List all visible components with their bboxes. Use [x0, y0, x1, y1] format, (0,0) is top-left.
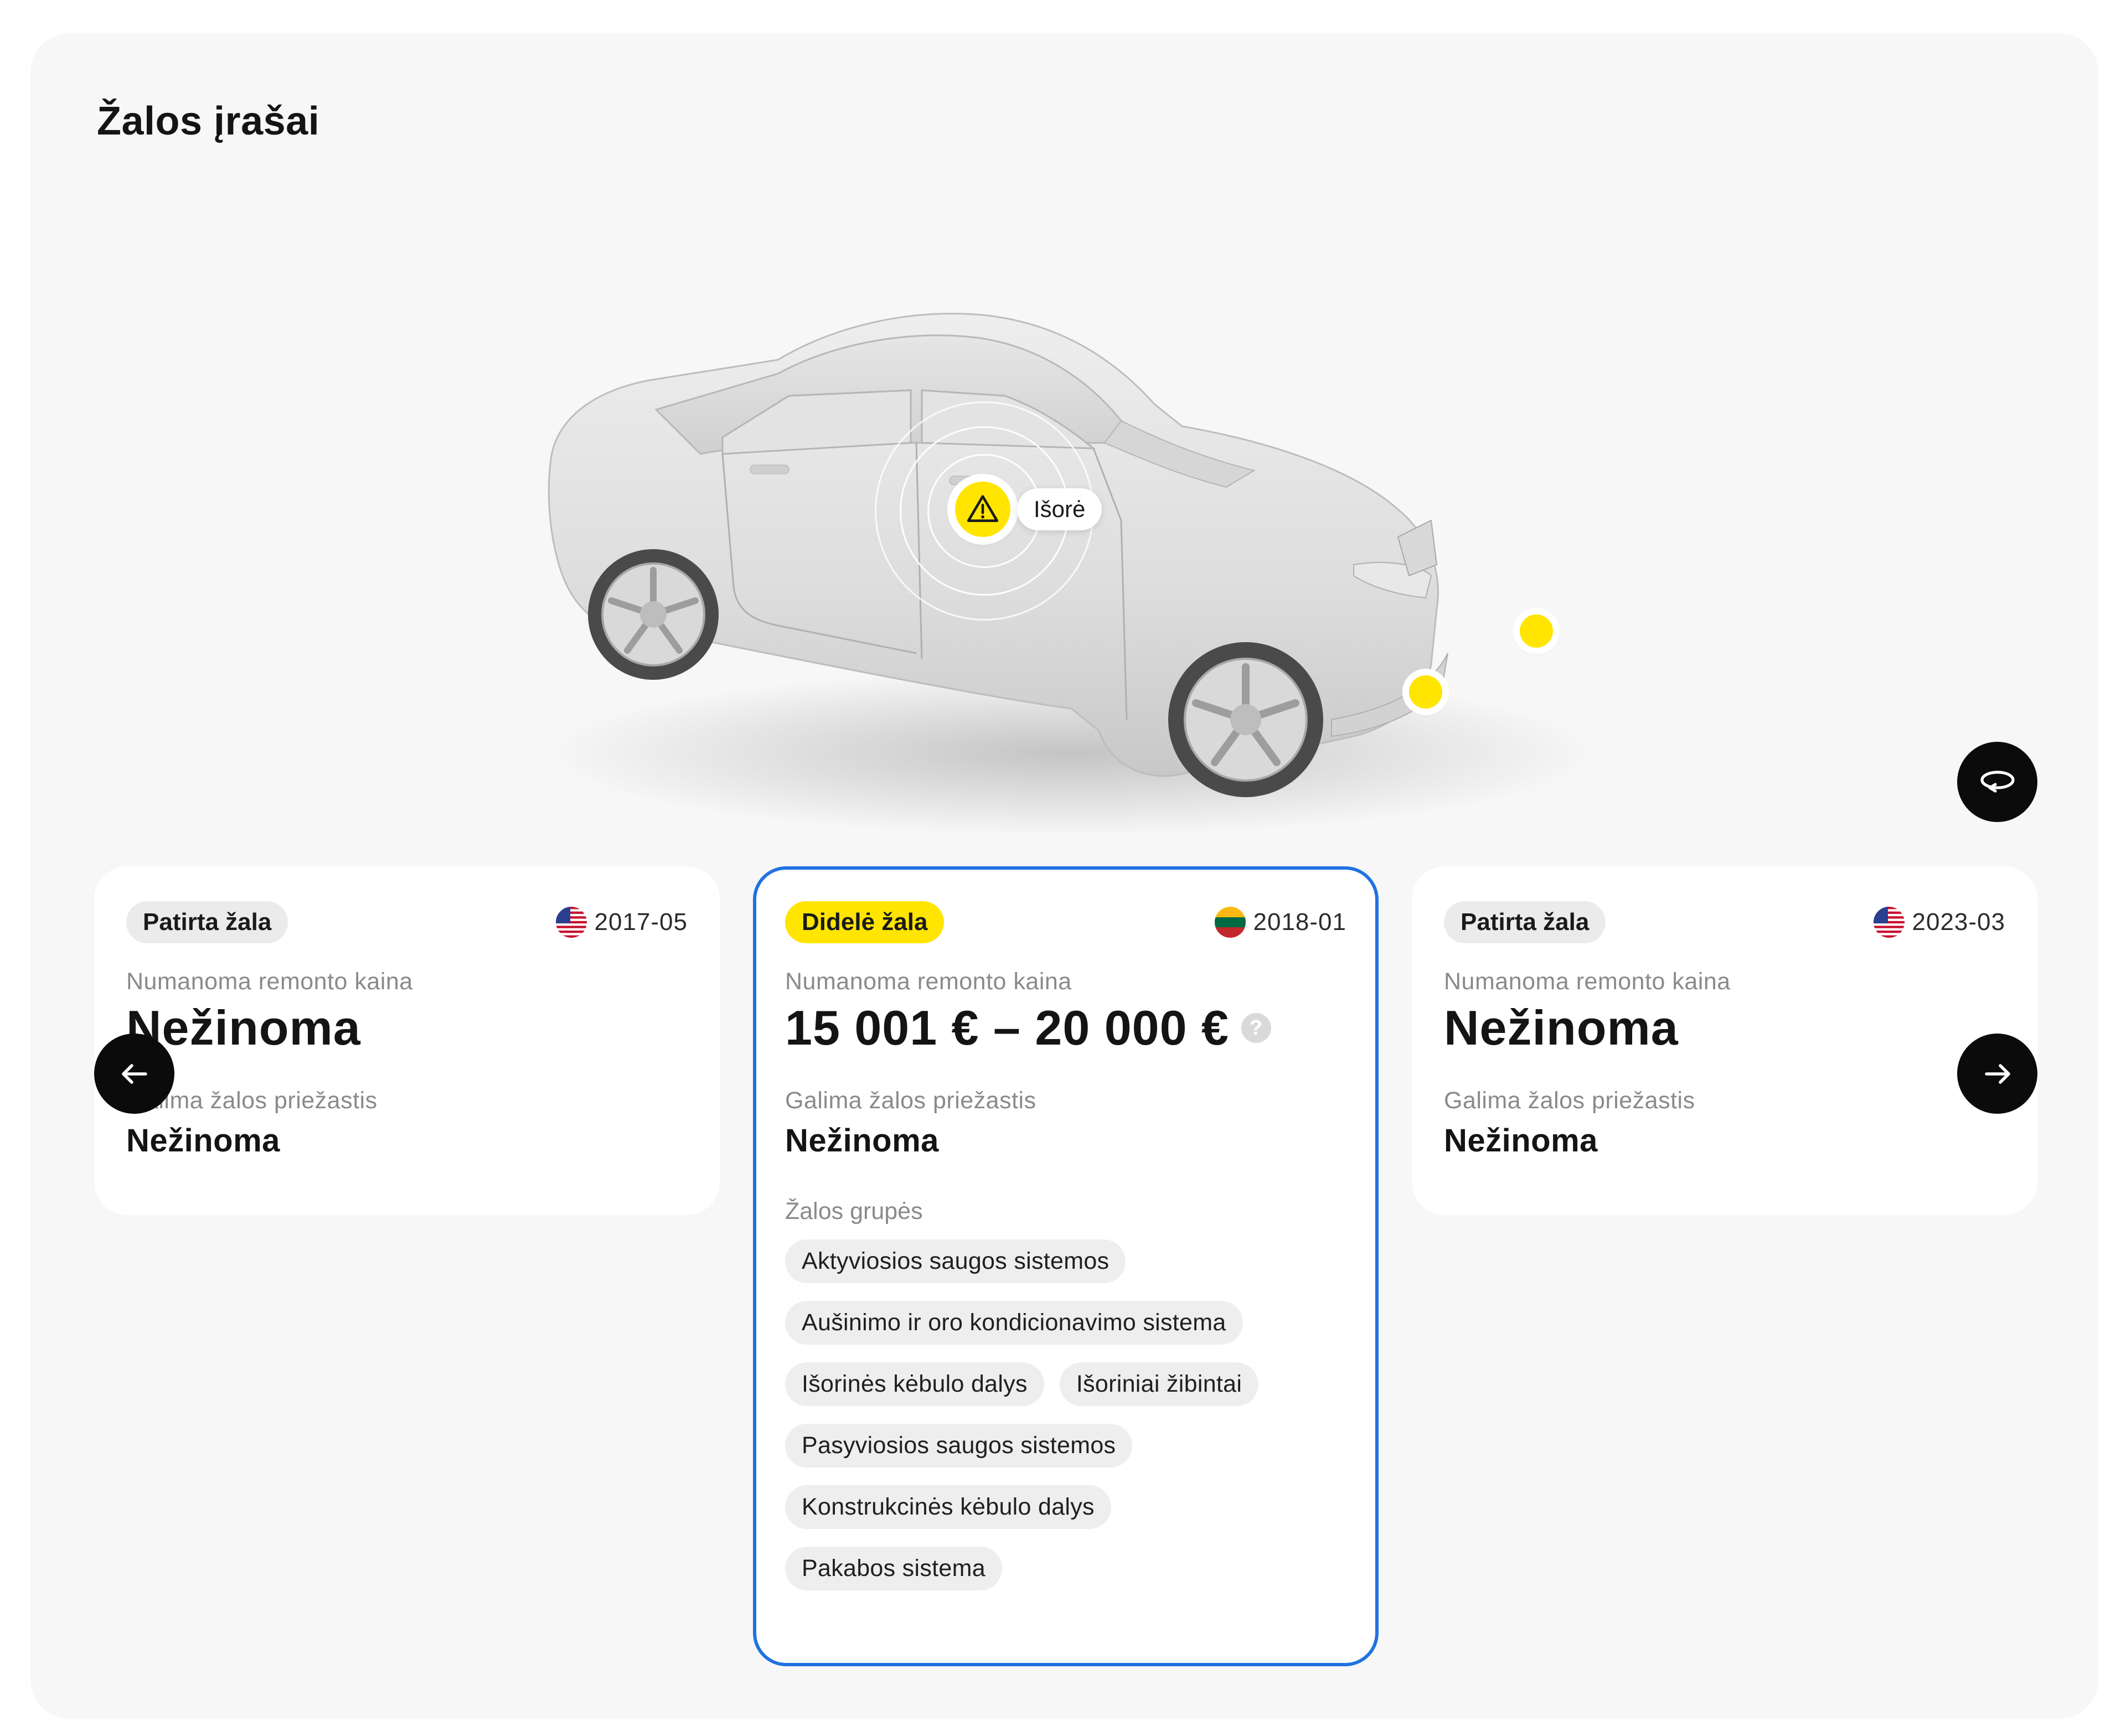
damage-marker-exterior[interactable]: [955, 482, 1010, 537]
damage-tag: Patirta žala: [1444, 901, 1606, 943]
damage-group-chip: Aktyviosios saugos sistemos: [785, 1239, 1126, 1283]
us-flag-icon: [1873, 907, 1905, 938]
damage-marker-front-bumper[interactable]: [1409, 675, 1442, 709]
damage-groups-label: Žalos grupės: [785, 1198, 923, 1224]
next-button[interactable]: [1957, 1034, 2037, 1114]
record-date: 2023-03: [1873, 907, 2005, 938]
repair-cost-value: 15 001 € – 20 000 €: [785, 1000, 1229, 1055]
damage-group-chip: Pasyviosios saugos sistemos: [785, 1424, 1133, 1468]
rotate-icon: [1980, 770, 2015, 793]
record-date-text: 2018-01: [1253, 908, 1346, 936]
repair-cost-label: Numanoma remonto kaina: [1444, 968, 1731, 995]
record-date-text: 2017-05: [594, 908, 688, 936]
damage-tag: Didelė žala: [785, 901, 945, 943]
damage-cause-value: Nežinoma: [785, 1123, 939, 1159]
marker-label: Išorė: [1017, 488, 1102, 530]
record-date: 2018-01: [1214, 907, 1346, 938]
damage-record-card[interactable]: Patirta žala 2023-03 Numanoma remonto ka…: [1412, 866, 2037, 1215]
damage-record-card[interactable]: Patirta žala 2017-05 Numanoma remonto ka…: [94, 866, 720, 1215]
arrow-left-icon: [121, 1063, 147, 1084]
help-icon[interactable]: ?: [1241, 1013, 1271, 1043]
section-title: Žalos įrašai: [97, 99, 320, 143]
damage-cause-value: Nežinoma: [126, 1123, 280, 1159]
damage-tag: Patirta žala: [126, 901, 288, 943]
damage-groups-list: Aktyviosios saugos sistemos Aušinimo ir …: [785, 1239, 1317, 1590]
damage-records-panel: Žalos įrašai Išorė Patirta žala 2017-05 …: [30, 33, 2098, 1719]
damage-group-chip: Išoriniai žibintai: [1059, 1362, 1259, 1406]
damage-cause-label: Galima žalos priežastis: [126, 1087, 378, 1114]
damage-cause-label: Galima žalos priežastis: [785, 1087, 1036, 1114]
record-date: 2017-05: [555, 907, 688, 938]
damage-group-chip: Išorinės kėbulo dalys: [785, 1362, 1044, 1406]
previous-button[interactable]: [94, 1034, 174, 1114]
lt-flag-icon: [1214, 907, 1246, 938]
us-flag-icon: [555, 907, 587, 938]
damage-group-chip: Konstrukcinės kėbulo dalys: [785, 1485, 1111, 1529]
arrow-right-icon: [1984, 1063, 2010, 1084]
warning-icon: [967, 495, 999, 522]
record-date-text: 2023-03: [1912, 908, 2005, 936]
damage-record-card-selected[interactable]: Didelė žala 2018-01 Numanoma remonto kai…: [753, 866, 1379, 1666]
repair-cost-value: Nežinoma: [1444, 1000, 1679, 1055]
repair-cost-row: 15 001 € – 20 000 € ?: [785, 1000, 1346, 1056]
repair-cost-value: Nežinoma: [126, 1000, 361, 1055]
repair-cost-label: Numanoma remonto kaina: [785, 968, 1072, 995]
damage-group-chip: Pakabos sistema: [785, 1547, 1002, 1590]
repair-cost-label: Numanoma remonto kaina: [126, 968, 413, 995]
damage-cause-value: Nežinoma: [1444, 1123, 1598, 1159]
rotate-view-button[interactable]: [1957, 742, 2037, 822]
damage-group-chip: Aušinimo ir oro kondicionavimo sistema: [785, 1301, 1243, 1345]
damage-marker-headlight[interactable]: [1520, 614, 1553, 648]
damage-cause-label: Galima žalos priežastis: [1444, 1087, 1695, 1114]
